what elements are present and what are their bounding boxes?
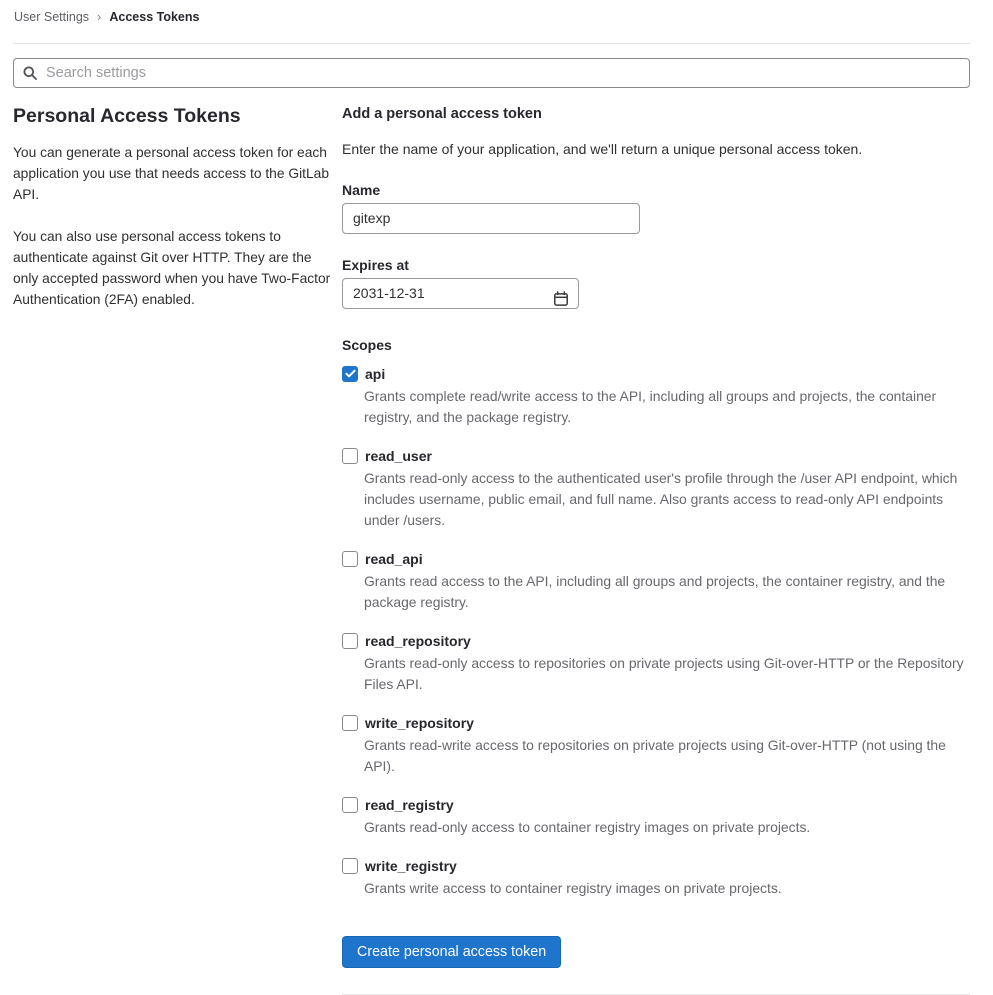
scope-row: read_api Grants read access to the API, …: [342, 550, 970, 613]
search-container: [13, 58, 970, 88]
scope-label[interactable]: read_user: [365, 448, 432, 464]
form-description: Enter the name of your application, and …: [342, 140, 863, 157]
scope-description: Grants read-only access to repositories …: [364, 654, 964, 692]
scopes-label: Scopes: [342, 336, 392, 353]
scope-checkbox[interactable]: [342, 447, 358, 464]
settings-page: User Settings › Access Tokens Personal A…: [0, 0, 993, 995]
scope-description: Grants write access to container registr…: [364, 879, 782, 896]
scope-checkbox[interactable]: [342, 365, 358, 382]
section-paragraph-2: You can also use personal access tokens …: [13, 229, 331, 308]
scope-description: Grants read-only access to container reg…: [364, 818, 811, 835]
scope-checkbox[interactable]: [342, 796, 358, 813]
breadcrumb: User Settings › Access Tokens: [13, 8, 970, 24]
scope-row: read_user Grants read-only access to the…: [342, 447, 970, 531]
breadcrumb-separator-icon: ›: [97, 9, 102, 24]
token-name-input[interactable]: [342, 202, 640, 234]
scope-description: Grants read-write access to repositories…: [364, 736, 946, 774]
section-paragraph-1: You can generate a personal access token…: [13, 145, 330, 203]
search-input[interactable]: [13, 58, 970, 88]
scope-head: api: [342, 365, 970, 382]
scope-row: write_registry Grants write access to co…: [342, 857, 970, 899]
scope-label[interactable]: write_repository: [365, 715, 474, 731]
scope-head: read_registry: [342, 796, 970, 813]
scope-label[interactable]: read_api: [365, 551, 423, 567]
calendar-icon[interactable]: [553, 290, 569, 307]
checkmark-icon: [344, 369, 356, 378]
breadcrumb-user-settings[interactable]: User Settings: [14, 10, 89, 24]
scopes-list: api Grants complete read/write access to…: [342, 365, 970, 899]
scope-label[interactable]: read_repository: [365, 633, 471, 649]
scope-checkbox[interactable]: [342, 857, 358, 874]
scope-label[interactable]: api: [365, 366, 385, 382]
section-description-column: Personal Access Tokens You can generate …: [13, 104, 331, 995]
expires-field-label: Expires at: [342, 256, 409, 273]
scope-row: read_registry Grants read-only access to…: [342, 796, 970, 838]
create-token-button[interactable]: Create personal access token: [342, 935, 562, 968]
scope-head: write_registry: [342, 857, 970, 874]
scope-description: Grants read access to the API, including…: [364, 572, 946, 610]
scope-description: Grants read-only access to the authentic…: [364, 469, 958, 528]
token-form-column: Add a personal access token Enter the na…: [342, 104, 970, 995]
expires-at-input[interactable]: [342, 277, 579, 309]
name-field-label: Name: [342, 181, 381, 198]
scope-checkbox[interactable]: [342, 632, 358, 649]
scope-head: read_user: [342, 447, 970, 464]
breadcrumb-access-tokens: Access Tokens: [109, 10, 200, 24]
scope-head: read_repository: [342, 632, 970, 649]
expires-field-container: [342, 277, 579, 309]
header-divider: [13, 43, 970, 44]
scope-description: Grants complete read/write access to the…: [364, 387, 937, 425]
content-columns: Personal Access Tokens You can generate …: [13, 104, 970, 995]
scope-checkbox[interactable]: [342, 550, 358, 567]
scope-row: read_repository Grants read-only access …: [342, 632, 970, 695]
scope-head: write_repository: [342, 714, 970, 731]
scope-row: write_repository Grants read-write acces…: [342, 714, 970, 777]
scope-row: api Grants complete read/write access to…: [342, 365, 970, 428]
scope-label[interactable]: read_registry: [365, 797, 454, 813]
scope-checkbox[interactable]: [342, 714, 358, 731]
form-title: Add a personal access token: [342, 106, 542, 122]
scope-head: read_api: [342, 550, 970, 567]
scope-label[interactable]: write_registry: [365, 858, 457, 874]
page-title: Personal Access Tokens: [13, 105, 241, 127]
